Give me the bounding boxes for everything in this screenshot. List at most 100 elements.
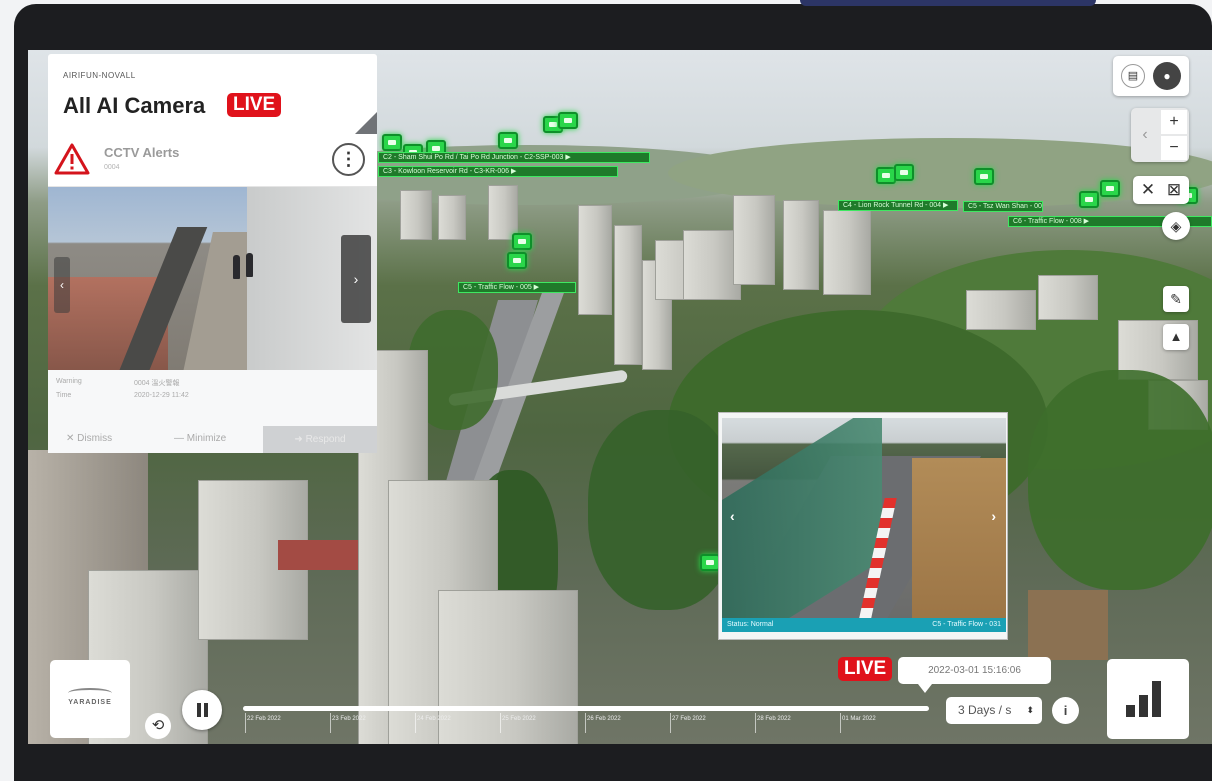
timeline-tick xyxy=(840,713,841,733)
tree-cluster xyxy=(588,410,738,610)
brand-logo: YARADISE xyxy=(50,660,130,738)
snapshot-person xyxy=(233,255,240,279)
view-controls: ✕ ⊠ xyxy=(1133,176,1189,204)
building xyxy=(733,195,775,285)
timeline-tick-label: 23 Feb 2022 xyxy=(332,716,366,722)
timestamp-pointer xyxy=(918,684,932,693)
camera-marker[interactable] xyxy=(1079,191,1099,208)
camera-marker[interactable] xyxy=(382,134,402,151)
snapshot-person xyxy=(246,253,253,277)
construction-site xyxy=(1028,590,1108,660)
timeline-tick-label: 01 Mar 2022 xyxy=(842,716,876,722)
camera-preview-popup[interactable]: ‹ › Status: Normal C5 - Traffic Flow - 0… xyxy=(718,412,1008,640)
more-options-button[interactable]: ⋮ xyxy=(332,143,365,176)
info-button[interactable]: i xyxy=(1052,697,1079,724)
meta-value: 2020-12-29 11:42 xyxy=(134,392,189,399)
account-toolbar: ▤ ● xyxy=(1113,56,1189,96)
camera-marker[interactable] xyxy=(894,164,914,181)
nav-left-icon[interactable]: ‹ xyxy=(1135,122,1155,148)
timeline-slider[interactable] xyxy=(243,706,929,711)
reset-icon[interactable]: ⟲ xyxy=(145,713,171,739)
bar-chart-icon xyxy=(1152,681,1161,717)
layer-stack-icon[interactable]: ◈ xyxy=(1162,212,1190,240)
sports-court xyxy=(278,540,358,570)
zoom-out-button[interactable]: − xyxy=(1161,136,1187,160)
device-top-accent xyxy=(800,0,1096,6)
collapse-corner[interactable] xyxy=(355,112,377,134)
live-indicator[interactable]: LIVE xyxy=(838,657,893,681)
alert-actions: ✕ Dismiss — Minimize ➜ Respond xyxy=(48,426,377,453)
feed-construction xyxy=(912,458,1006,620)
chevron-updown-icon: ⬍ xyxy=(1026,705,1034,715)
user-icon[interactable]: ● xyxy=(1153,62,1181,90)
camera-marker[interactable] xyxy=(876,167,896,184)
terrain-icon[interactable]: ▲ xyxy=(1163,324,1189,350)
snapshot-prev-button[interactable]: ‹ xyxy=(54,257,70,313)
timeline-tick-label: 27 Feb 2022 xyxy=(672,716,706,722)
alert-meta-time: Time 2020-12-29 11:42 xyxy=(56,392,189,399)
camera-marker[interactable] xyxy=(1100,180,1120,197)
camera-marker[interactable] xyxy=(558,112,578,129)
timeline-tick-label: 22 Feb 2022 xyxy=(247,716,281,722)
camera-status-bar: Status: Normal C5 - Traffic Flow - 031 xyxy=(722,618,1006,632)
meta-value: 0004 溫火警報 xyxy=(134,380,180,387)
minimize-button[interactable]: — Minimize xyxy=(174,433,226,444)
camera-marker[interactable] xyxy=(498,132,518,149)
timeline-tick-label: 28 Feb 2022 xyxy=(757,716,791,722)
building xyxy=(438,195,466,240)
alert-header: CCTV Alerts 0004 ⋮ xyxy=(48,134,377,187)
timeline-tick-label: 26 Feb 2022 xyxy=(587,716,621,722)
meta-label: Time xyxy=(56,392,72,399)
logo-text: YARADISE xyxy=(68,699,112,706)
alert-code: 0004 xyxy=(104,164,120,171)
timeline-tick xyxy=(585,713,586,733)
pencil-icon[interactable]: ✎ xyxy=(1163,286,1189,312)
cctv-alert-card: CCTV Alerts 0004 ⋮ ‹ › Warning 0004 溫火警報… xyxy=(48,134,377,453)
zoom-in-button[interactable]: + xyxy=(1161,110,1187,134)
camera-marker[interactable] xyxy=(700,554,720,571)
zoom-controls: ‹ + − xyxy=(1131,108,1189,162)
camera-marker[interactable] xyxy=(507,252,527,269)
camera-feed[interactable]: ‹ › xyxy=(722,418,1006,620)
feed-next-button[interactable]: › xyxy=(991,508,996,524)
building xyxy=(488,185,518,240)
close-icon[interactable]: ✕ xyxy=(1136,178,1160,202)
pause-button[interactable] xyxy=(182,690,222,730)
playback-speed-select[interactable]: 3 Days / s ⬍ xyxy=(946,697,1042,724)
dismiss-button[interactable]: ✕ Dismiss xyxy=(66,433,112,444)
building xyxy=(614,225,642,365)
fullscreen-icon[interactable]: ⊠ xyxy=(1162,178,1186,202)
snapshot-next-button[interactable]: › xyxy=(341,235,371,323)
layers-icon[interactable]: ▤ xyxy=(1121,64,1145,88)
camera-label[interactable]: C2 - Sham Shui Po Rd / Tai Po Rd Junctio… xyxy=(378,152,650,163)
timeline-tick-label: 24 Feb 2022 xyxy=(417,716,451,722)
panel-header: AIRIFUN-NOVALL All AI Camera LIVE xyxy=(48,54,377,134)
alert-panel: AIRIFUN-NOVALL All AI Camera LIVE CCTV A… xyxy=(48,54,377,453)
camera-label[interactable]: C5 - Tsz Wan Shan - 007 ▶ xyxy=(963,201,1043,212)
current-timestamp: 2022-03-01 15:16:06 xyxy=(898,657,1051,684)
building xyxy=(400,190,432,240)
timeline-tick xyxy=(500,713,501,733)
statistics-button[interactable] xyxy=(1107,659,1189,739)
bar-chart-icon xyxy=(1126,705,1135,717)
alert-meta-warning: Warning 0004 溫火警報 xyxy=(56,378,180,387)
timeline-tick-label: 25 Feb 2022 xyxy=(502,716,536,722)
camera-label[interactable]: C4 - Lion Rock Tunnel Rd - 004 ▶ xyxy=(838,200,958,211)
building xyxy=(1038,275,1098,320)
building xyxy=(823,210,871,295)
building xyxy=(783,200,819,290)
camera-label[interactable]: C5 - Traffic Flow - 005 ▶ xyxy=(458,282,576,293)
timeline-tick xyxy=(245,713,246,733)
camera-label[interactable]: C3 - Kowloon Reservoir Rd - C3-KR-006 ▶ xyxy=(378,166,618,177)
respond-button[interactable]: ➜ Respond xyxy=(263,426,377,453)
camera-status: Status: Normal xyxy=(727,621,774,628)
logo-swoosh xyxy=(68,688,112,698)
camera-marker[interactable] xyxy=(974,168,994,185)
warning-icon xyxy=(54,143,90,175)
feed-prev-button[interactable]: ‹ xyxy=(730,508,735,524)
camera-marker[interactable] xyxy=(512,233,532,250)
tree-cluster xyxy=(1028,370,1212,590)
timeline-tick xyxy=(415,713,416,733)
alert-snapshot[interactable]: ‹ › xyxy=(48,187,377,370)
timeline-tick xyxy=(330,713,331,733)
